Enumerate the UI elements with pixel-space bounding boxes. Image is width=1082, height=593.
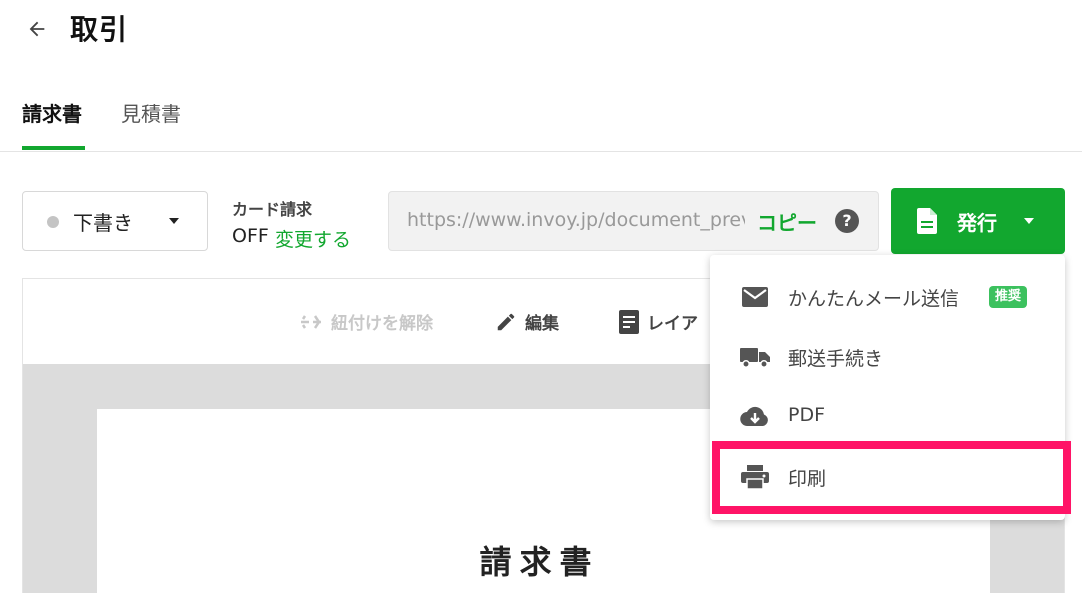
layout-label: レイア <box>647 314 698 334</box>
active-tab-indicator <box>22 146 85 150</box>
cloud-download-icon <box>740 405 770 429</box>
document-icon <box>917 208 937 234</box>
menu-item-pdf[interactable]: PDF <box>710 387 1065 447</box>
help-icon[interactable]: ? <box>835 209 859 233</box>
share-url-text[interactable]: https://www.invoy.jp/document_preview <box>407 209 745 231</box>
caret-down-icon <box>169 218 179 224</box>
edit-label: 編集 <box>525 314 559 334</box>
unlink-button[interactable]: 紐付けを解除 <box>299 309 433 334</box>
status-label: 下書き <box>73 211 133 235</box>
tab-invoice[interactable]: 請求書 <box>22 98 82 127</box>
card-billing-state: OFF <box>232 225 269 247</box>
tab-bar: 請求書 見積書 <box>0 88 1082 152</box>
back-button[interactable] <box>22 14 52 44</box>
unlink-label: 紐付けを解除 <box>331 314 433 334</box>
layout-icon <box>619 309 639 334</box>
share-url-box: https://www.invoy.jp/document_preview コピ… <box>388 191 879 251</box>
highlight-box <box>712 441 1071 514</box>
layout-button[interactable]: レイア <box>619 309 698 334</box>
status-dot <box>47 216 59 228</box>
edit-button[interactable]: 編集 <box>495 309 559 334</box>
menu-item-label: かんたんメール送信 <box>788 288 960 310</box>
menu-item-postal[interactable]: 郵送手続き <box>710 327 1065 387</box>
unlink-icon <box>301 314 321 329</box>
truck-icon <box>740 345 770 369</box>
menu-item-email[interactable]: かんたんメール送信 推奨 <box>710 267 1065 327</box>
pencil-icon <box>497 313 515 330</box>
card-billing-title: カード請求 <box>232 200 313 219</box>
document-heading: 請求書 <box>479 543 600 581</box>
menu-item-label: 郵送手続き <box>788 348 884 370</box>
issue-button-label: 発行 <box>957 211 997 235</box>
page-title: 取引 <box>70 13 129 46</box>
card-billing-change-link[interactable]: 変更する <box>275 225 351 252</box>
tab-quotation[interactable]: 見積書 <box>121 98 181 127</box>
mail-icon <box>740 285 770 309</box>
recommended-badge: 推奨 <box>989 286 1028 308</box>
copy-button[interactable]: コピー <box>757 207 817 236</box>
status-select[interactable]: 下書き <box>22 191 208 251</box>
caret-down-icon <box>1024 218 1034 224</box>
arrow-left-icon <box>29 21 45 37</box>
menu-item-label: PDF <box>788 404 826 426</box>
issue-button[interactable]: 発行 <box>891 188 1065 254</box>
